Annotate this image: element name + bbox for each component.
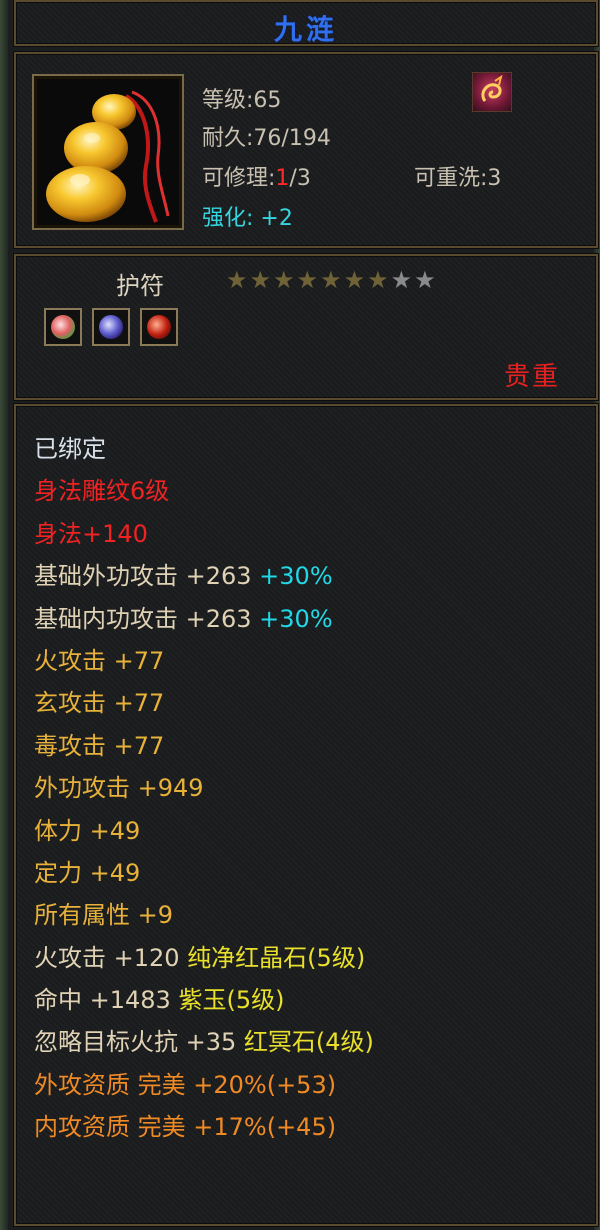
- gem-attribute-line: 忽略目标火抗 +35 红冥石(4级): [34, 1021, 374, 1063]
- attribute-text: 基础内功攻击 +263: [34, 604, 252, 633]
- attribute-line: 所有属性 +9: [34, 901, 174, 930]
- frame-left-edge: [0, 0, 8, 1230]
- gem-attribute-line: 火攻击 +120 纯净红晶石(5级): [34, 937, 374, 979]
- repair-count: 可修理:1/3: [202, 160, 311, 192]
- gem-name: 红冥石(4级): [243, 1028, 374, 1057]
- red-gem-icon: [147, 315, 171, 339]
- enhance-emblem-icon[interactable]: [472, 72, 512, 112]
- gem-slot-2[interactable]: [92, 308, 130, 346]
- level-value: 等级:65: [202, 88, 282, 113]
- enhance-value: 强化: +2: [202, 206, 293, 231]
- attribute-percent: +30%: [251, 604, 333, 633]
- attribute-line: 玄攻击 +77: [34, 689, 165, 718]
- attribute-panel: 已绑定 身法雕纹6级 身法+140 基础外功攻击 +263 +30% 基础内功攻…: [14, 404, 598, 1226]
- attribute-percent: +30%: [251, 562, 333, 591]
- gem-name: 紫玉(5级): [178, 986, 285, 1015]
- attribute-line: 基础内功攻击 +263 +30%: [34, 598, 374, 640]
- attribute-line: 定力 +49: [34, 858, 141, 887]
- star-rating: ★★★★★★★★★: [226, 266, 438, 294]
- gem-attribute-line: 命中 +1483 紫玉(5级): [34, 979, 374, 1021]
- attribute-line: 外功攻击 +949: [34, 774, 204, 803]
- gem-slot-3[interactable]: [140, 308, 178, 346]
- item-type-panel: 护符 ★★★★★★★★★ 贵重: [14, 254, 598, 400]
- engrave-line: 身法雕纹6级: [34, 477, 170, 506]
- gem-name: 纯净红晶石(5级): [187, 943, 366, 972]
- gem-attribute-text: 忽略目标火抗 +35: [34, 1028, 244, 1057]
- attribute-line: 体力 +49: [34, 816, 141, 845]
- attribute-text: 基础外功攻击 +263: [34, 562, 252, 591]
- quality-line: 内攻资质 完美 +17%(+45): [34, 1113, 337, 1142]
- empty-stars: ★★: [390, 266, 438, 294]
- filled-stars: ★★★★★★★: [226, 266, 391, 294]
- pink-gem-icon: [51, 315, 75, 339]
- quality-line: 外攻资质 完美 +20%(+53): [34, 1070, 337, 1099]
- gem-attribute-text: 命中 +1483: [34, 986, 179, 1015]
- item-type: 护符: [116, 272, 164, 300]
- attribute-line: 基础外功攻击 +263 +30%: [34, 555, 374, 597]
- attribute-line: 毒攻击 +77: [34, 731, 165, 760]
- item-info-panel: 等级:65 耐久:76/194 可修理:1/3 可重洗:3 强化: +2: [14, 52, 598, 248]
- title-bar: 九涟: [14, 0, 598, 46]
- repair-max: /3: [289, 166, 311, 191]
- attribute-list: 已绑定 身法雕纹6级 身法+140 基础外功攻击 +263 +30% 基础内功攻…: [34, 428, 374, 1149]
- jade-gourd-pendant-icon: [46, 90, 170, 223]
- repair-current: 1: [275, 166, 290, 191]
- gem-attribute-text: 火攻击 +120: [34, 943, 188, 972]
- item-name: 九涟: [273, 13, 338, 46]
- bound-status: 已绑定: [34, 435, 106, 463]
- repair-label: 可修理:: [202, 166, 276, 191]
- purple-gem-icon: [99, 315, 123, 339]
- rewash-count: 可重洗:3: [414, 166, 502, 191]
- durability-value: 耐久:76/194: [202, 126, 331, 151]
- gem-slot-1[interactable]: [44, 308, 82, 346]
- attribute-line: 火攻击 +77: [34, 646, 165, 675]
- item-icon-frame[interactable]: [32, 74, 184, 230]
- rarity-label: 贵重: [503, 362, 560, 392]
- engrave-bonus: 身法+140: [34, 519, 148, 548]
- flame-swirl-icon: [481, 74, 503, 102]
